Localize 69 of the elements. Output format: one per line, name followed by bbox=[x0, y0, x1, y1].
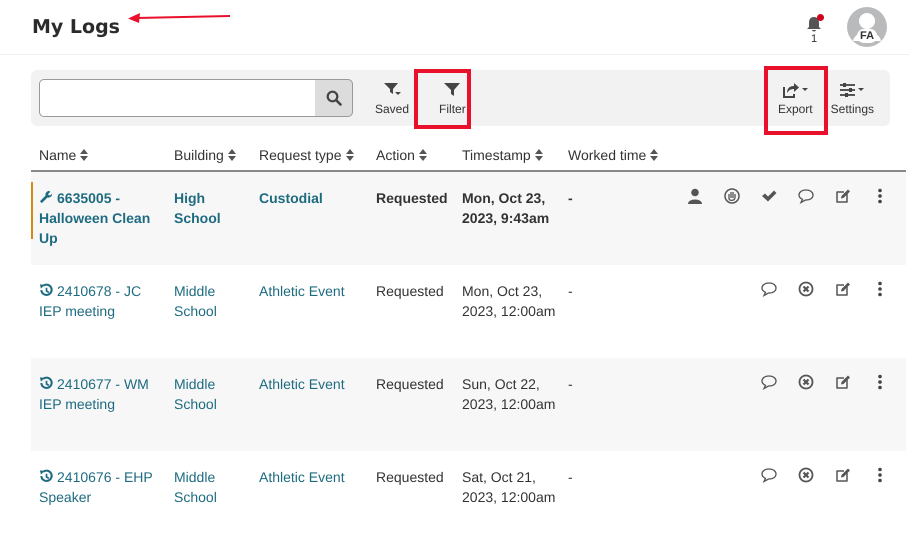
column-header[interactable]: Action bbox=[376, 147, 415, 163]
log-link[interactable]: 2410677 - WM IEP meeting bbox=[39, 374, 166, 414]
column-header[interactable]: Worked time bbox=[568, 147, 646, 163]
history-icon bbox=[39, 283, 54, 298]
edit-icon[interactable] bbox=[835, 467, 851, 483]
log-link[interactable]: 6635005 - Halloween Clean Up bbox=[39, 188, 166, 248]
action-text: Requested bbox=[376, 190, 448, 206]
check-icon[interactable] bbox=[761, 188, 777, 204]
bell-icon bbox=[805, 15, 823, 33]
building-text: Middle School bbox=[174, 283, 217, 319]
highlight-frame bbox=[414, 69, 471, 129]
notification-button[interactable]: 1 bbox=[805, 15, 823, 45]
edit-icon[interactable] bbox=[835, 188, 851, 204]
action-text: Requested bbox=[376, 469, 444, 485]
request-type-text: Athletic Event bbox=[259, 283, 345, 299]
worked-time-text: - bbox=[568, 376, 573, 392]
filter-button[interactable]: Filter bbox=[433, 76, 472, 120]
sort-icon bbox=[418, 149, 427, 161]
notification-count: 1 bbox=[810, 33, 818, 45]
history-icon bbox=[39, 469, 54, 484]
sort-icon bbox=[650, 149, 658, 161]
timestamp-text: Mon, Oct 23, 2023, 12:00am bbox=[462, 283, 556, 319]
worked-time-text: - bbox=[568, 283, 573, 299]
request-type-text: Athletic Event bbox=[259, 469, 345, 485]
timestamp-text: Sun, Oct 22, 2023, 12:00am bbox=[462, 376, 556, 412]
request-type-text: Custodial bbox=[259, 190, 323, 206]
speech-bubble-icon[interactable] bbox=[761, 374, 777, 390]
building-text: Middle School bbox=[174, 376, 217, 412]
action-text: Requested bbox=[376, 283, 444, 299]
cancel-icon[interactable] bbox=[798, 374, 814, 390]
column-header[interactable]: Building bbox=[174, 147, 224, 163]
export-button[interactable]: Export bbox=[772, 76, 819, 120]
user-initials: FA bbox=[856, 29, 878, 43]
person-icon[interactable] bbox=[687, 188, 703, 204]
wrench-icon bbox=[39, 190, 54, 205]
sort-icon bbox=[534, 149, 543, 161]
highlight-frame bbox=[764, 66, 828, 135]
cancel-icon[interactable] bbox=[798, 281, 814, 297]
sliders-icon bbox=[838, 80, 866, 98]
timestamp-text: Mon, Oct 23, 2023, 9:43am bbox=[462, 190, 550, 226]
speech-bubble-icon[interactable] bbox=[761, 281, 777, 297]
building-text: High School bbox=[174, 190, 221, 226]
sort-icon bbox=[228, 149, 236, 161]
request-type-text: Athletic Event bbox=[259, 376, 345, 392]
log-link[interactable]: 2410678 - JC IEP meeting bbox=[39, 281, 166, 321]
column-header[interactable]: Request type bbox=[259, 147, 342, 163]
sort-icon bbox=[80, 149, 88, 161]
action-text: Requested bbox=[376, 376, 444, 392]
history-icon bbox=[39, 376, 54, 391]
worked-time-text: - bbox=[568, 190, 573, 206]
timestamp-text: Sat, Oct 21, 2023, 12:00am bbox=[462, 469, 556, 505]
saved-button[interactable]: Saved bbox=[369, 76, 416, 120]
share-icon bbox=[782, 80, 809, 98]
column-header[interactable]: Timestamp bbox=[462, 147, 531, 163]
speech-bubble-icon[interactable] bbox=[798, 188, 814, 204]
edit-icon[interactable] bbox=[835, 374, 851, 390]
edit-icon[interactable] bbox=[835, 281, 851, 297]
speech-bubble-icon[interactable] bbox=[761, 467, 777, 483]
filter-icon bbox=[442, 80, 462, 98]
column-header[interactable]: Name bbox=[39, 147, 76, 163]
user-avatar[interactable]: FA bbox=[847, 7, 887, 47]
building-text: Middle School bbox=[174, 469, 217, 505]
settings-button[interactable]: Settings bbox=[824, 76, 880, 120]
worked-time-text: - bbox=[568, 469, 573, 485]
page-title: My Logs bbox=[32, 16, 120, 38]
hand-icon[interactable] bbox=[724, 188, 740, 204]
cancel-icon[interactable] bbox=[798, 467, 814, 483]
log-link[interactable]: 2410676 - EHP Speaker bbox=[39, 467, 166, 507]
sort-icon bbox=[346, 149, 354, 161]
